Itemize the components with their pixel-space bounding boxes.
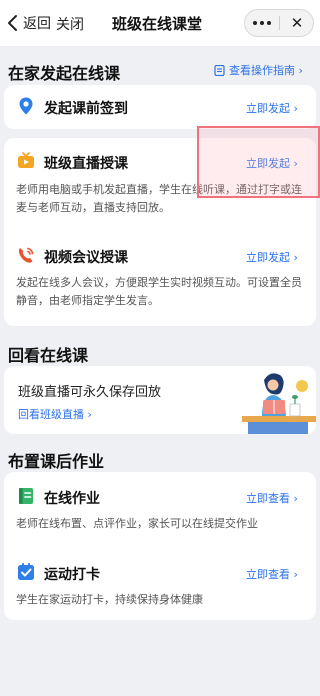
back-label: 返回	[23, 16, 51, 32]
live-broadcast-title[interactable]: 班级直播授课	[44, 153, 128, 173]
document-icon	[214, 64, 225, 76]
back-button[interactable]: 返回	[6, 11, 56, 35]
chevron-left-icon	[8, 15, 17, 31]
exercise-checkin-title[interactable]: 运动打卡	[44, 564, 100, 584]
replay-card[interactable]: 班级直播可永久保存回放 回看班级直播 ›	[4, 366, 316, 434]
exercise-checkin-view-button[interactable]: 立即查看 ›	[246, 566, 298, 582]
navigation-bar: 返回 关闭 班级在线课堂 ✕	[0, 0, 320, 46]
video-conference-start-button[interactable]: 立即发起 ›	[246, 249, 298, 265]
operation-guide-label: 查看操作指南 ›	[229, 64, 303, 77]
reading-teacher-illustration	[242, 373, 316, 434]
notebook-icon	[19, 488, 33, 504]
replay-live-link[interactable]: 回看班级直播 ›	[18, 406, 92, 422]
online-homework-view-button[interactable]: 立即查看 ›	[246, 490, 298, 506]
online-homework-description: 老师在线布置、点评作业，家长可以在线提交作业	[16, 517, 258, 530]
more-dots-icon[interactable]	[245, 10, 279, 36]
close-x-icon[interactable]: ✕	[281, 10, 313, 36]
close-page-button[interactable]: 关闭	[56, 14, 84, 34]
replay-description: 班级直播可永久保存回放	[18, 385, 162, 400]
live-tv-icon	[18, 152, 34, 168]
exercise-checkin-description: 学生在家运动打卡，持续保持身体健康	[16, 593, 203, 606]
video-conference-description: 发起在线多人会议，方便跟学生实时视频互动。可设置全员静音，由老师指定学生发言。	[16, 276, 302, 307]
checkin-start-button[interactable]: 立即发起 ›	[246, 100, 298, 116]
highlight-annotation	[197, 126, 320, 198]
checkbox-icon	[18, 563, 34, 580]
capsule-divider	[279, 16, 280, 30]
online-homework-title[interactable]: 在线作业	[44, 488, 100, 508]
checkin-card[interactable]: 发起课前签到 立即发起 ›	[4, 85, 316, 129]
section-title-replay: 回看在线课	[8, 346, 89, 365]
video-call-icon	[18, 247, 34, 263]
video-conference-title[interactable]: 视频会议授课	[44, 247, 128, 267]
checkin-title: 发起课前签到	[44, 101, 128, 117]
location-pin-icon	[19, 97, 33, 115]
operation-guide-link[interactable]: 查看操作指南 ›	[214, 62, 303, 78]
page-title: 班级在线课堂	[112, 15, 203, 33]
homework-card: 在线作业 立即查看 › 老师在线布置、点评作业，家长可以在线提交作业 运动打卡 …	[4, 472, 316, 620]
section-title-homework: 布置课后作业	[8, 452, 105, 471]
section-title-start-class: 在家发起在线课	[8, 64, 121, 83]
miniprogram-capsule: ✕	[244, 9, 314, 37]
